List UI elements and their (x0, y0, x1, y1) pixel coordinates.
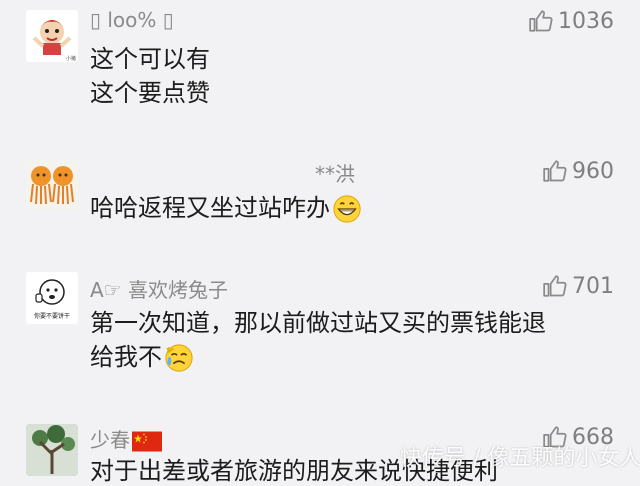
username[interactable]: **洪 (315, 158, 355, 187)
avatar-caption: 小猪 (66, 55, 76, 62)
crying-face-icon (165, 344, 193, 372)
orange-octopus-avatar-icon (26, 158, 78, 210)
watermark: 快传号 / 像五颗的小女人 (400, 446, 640, 471)
like-button[interactable]: 1036 (528, 8, 614, 34)
like-count: 701 (572, 273, 614, 299)
like-count: 1036 (558, 8, 614, 34)
avatar[interactable] (26, 158, 78, 210)
like-button[interactable]: 960 (542, 158, 614, 184)
comment-text-line-2: 给我不 (90, 342, 194, 373)
username[interactable]: ▯ loo% ▯ (90, 8, 174, 32)
thumbs-up-icon (543, 160, 567, 182)
comment-text: 哈哈返程又坐过站咋办 (90, 194, 330, 222)
china-flag-icon (132, 431, 162, 452)
cartoon-avatar-icon: 小猪 (26, 10, 78, 62)
bonsai-avatar-icon (26, 424, 78, 476)
avatar[interactable] (26, 424, 78, 476)
thumbs-up-icon (543, 275, 567, 297)
comment-text-line-2: 这个要点赞 (90, 79, 210, 107)
avatar[interactable]: 你要不要饼干 (26, 272, 78, 324)
meme-avatar-icon: 你要不要饼干 (26, 272, 78, 324)
username[interactable]: 少春 (90, 424, 162, 453)
comment-text: 给我不 (90, 343, 162, 371)
username-text: 少春 (90, 428, 130, 452)
like-button[interactable]: 701 (542, 273, 614, 299)
grinning-face-icon (333, 195, 361, 223)
thumbs-up-icon (529, 10, 553, 32)
like-count: 960 (572, 158, 614, 184)
avatar[interactable]: 小猪 (26, 10, 78, 62)
comment-text-line-1: 哈哈返程又坐过站咋办 (90, 193, 362, 224)
avatar-caption: 你要不要饼干 (34, 312, 70, 320)
comment-text-line-1: 这个可以有 (90, 45, 210, 73)
username[interactable]: A☞ 喜欢烤兔子 (90, 274, 228, 303)
comment-text-line-1: 第一次知道，那以前做过站又买的票钱能退 (90, 309, 546, 337)
